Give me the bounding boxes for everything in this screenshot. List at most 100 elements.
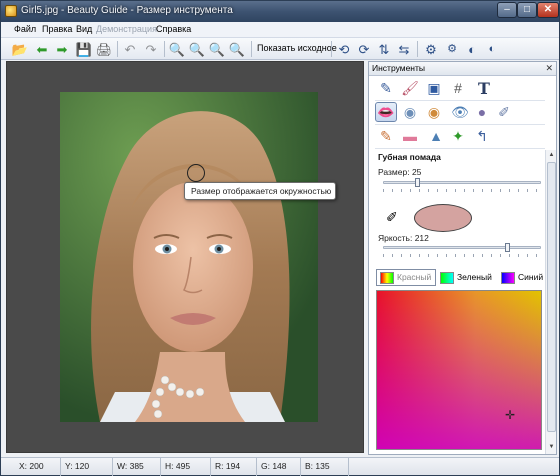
pencil-tool-icon[interactable]: ✎ bbox=[375, 78, 397, 98]
blush-tool-icon[interactable]: ◉ bbox=[399, 102, 421, 122]
blue-tab-swatch bbox=[501, 272, 515, 284]
color-swatch[interactable] bbox=[414, 204, 472, 232]
brightness-slider-ticks bbox=[383, 254, 541, 257]
portrait-image bbox=[60, 92, 318, 422]
zoom-fit-icon[interactable]: 🔍 bbox=[208, 40, 226, 58]
status-h: H: 495 bbox=[161, 458, 211, 476]
zoom-out-icon[interactable]: 🔍 bbox=[188, 40, 206, 58]
flip-vertical-icon[interactable]: ⇅ bbox=[375, 40, 393, 58]
panel-close-icon[interactable]: ✕ bbox=[545, 63, 553, 74]
app-icon bbox=[5, 5, 17, 17]
panel-separator bbox=[375, 100, 545, 101]
toolbar-separator bbox=[117, 41, 118, 57]
tab-green-label: Зеленый bbox=[457, 272, 492, 282]
gear-small-icon[interactable]: ⚙ bbox=[443, 40, 461, 58]
toolbar-separator bbox=[251, 41, 252, 57]
text-tool-icon[interactable]: T bbox=[473, 78, 495, 98]
panel-separator bbox=[375, 148, 545, 149]
palette-crosshair-icon: ✛ bbox=[505, 408, 516, 422]
rotate-left-icon[interactable]: ⟲ bbox=[335, 40, 353, 58]
undo-icon[interactable]: ↶ bbox=[121, 40, 139, 58]
window-title: Girl5.jpg - Beauty Guide - Размер инстру… bbox=[21, 5, 233, 16]
scrollbar-thumb[interactable] bbox=[547, 162, 556, 432]
redo-icon[interactable]: ↷ bbox=[142, 40, 160, 58]
tab-red[interactable]: Красный bbox=[376, 269, 436, 286]
tab-green[interactable]: Зеленый bbox=[436, 269, 496, 286]
toolbar-separator bbox=[164, 41, 165, 57]
size-slider-ticks bbox=[383, 189, 541, 192]
eye-tool-icon[interactable]: 👁 bbox=[449, 102, 471, 122]
undo-stroke-icon[interactable]: ↰ bbox=[471, 126, 493, 146]
menu-file[interactable]: Файл bbox=[14, 24, 36, 34]
tools-panel: Инструменты ✕ ✎ 🖌 ▣ # T 👄 ◉ ◉ 👁 ● ✐ ✎ ▬ … bbox=[368, 61, 557, 455]
tooltip: Размер отображается окружностью bbox=[184, 182, 336, 200]
status-r: R: 194 bbox=[211, 458, 257, 476]
status-w: W: 385 bbox=[113, 458, 161, 476]
size-label: Размер: 25 bbox=[378, 167, 422, 177]
menu-bar: Файл Правка Вид Демонстрация Справка bbox=[1, 22, 559, 38]
section-title: Губная помада bbox=[378, 152, 441, 162]
wand-tool-icon[interactable]: ✦ bbox=[447, 126, 469, 146]
size-slider-thumb[interactable] bbox=[415, 178, 420, 187]
color-palette[interactable]: ✛ bbox=[376, 290, 542, 450]
brush-size-circle bbox=[187, 164, 205, 182]
scroll-down-icon[interactable]: ▼ bbox=[547, 443, 556, 452]
print-icon[interactable]: 🖨 bbox=[95, 40, 113, 58]
status-x: X: 200 bbox=[15, 458, 61, 476]
app-window: Girl5.jpg - Beauty Guide - Размер инстру… bbox=[0, 0, 560, 476]
brush-tool-icon[interactable]: 🖌 bbox=[399, 78, 421, 98]
brightness-label: Яркость: 212 bbox=[378, 233, 429, 243]
grid-tool-icon[interactable]: # bbox=[447, 78, 469, 98]
menu-edit[interactable]: Правка bbox=[42, 24, 72, 34]
photo[interactable] bbox=[60, 92, 318, 422]
pencil-liner-icon[interactable]: ✎ bbox=[375, 126, 397, 146]
panel-title: Инструменты bbox=[369, 62, 556, 76]
contrast-icon[interactable]: ◐ bbox=[463, 40, 481, 58]
brightness-icon[interactable]: ◐ bbox=[483, 40, 501, 58]
minimize-button[interactable]: – bbox=[497, 2, 517, 18]
title-bar: Girl5.jpg - Beauty Guide - Размер инстру… bbox=[1, 1, 559, 22]
zoom-in-icon[interactable]: 🔍 bbox=[168, 40, 186, 58]
back-arrow-icon[interactable]: ⬅ bbox=[33, 40, 51, 58]
save-icon[interactable]: 💾 bbox=[75, 40, 93, 58]
status-g: G: 148 bbox=[257, 458, 301, 476]
rotate-right-icon[interactable]: ⟳ bbox=[355, 40, 373, 58]
show-original-button[interactable]: Показать исходное bbox=[257, 43, 337, 53]
zoom-actual-icon[interactable]: 🔍 bbox=[228, 40, 246, 58]
size-slider-track[interactable] bbox=[383, 181, 541, 184]
scroll-up-icon[interactable]: ▲ bbox=[547, 151, 556, 160]
menu-help[interactable]: Справка bbox=[156, 24, 191, 34]
red-tab-swatch bbox=[380, 272, 394, 284]
mascara-tool-icon[interactable]: ● bbox=[471, 102, 493, 122]
panel-separator bbox=[375, 124, 545, 125]
gear-large-icon[interactable]: ⚙ bbox=[422, 40, 440, 58]
eyedropper-icon[interactable]: ✐ bbox=[386, 209, 398, 226]
image-canvas[interactable]: Размер отображается окружностью bbox=[6, 61, 364, 453]
menu-view[interactable]: Вид bbox=[76, 24, 92, 34]
brightness-slider-thumb[interactable] bbox=[505, 243, 510, 252]
tab-blue[interactable]: Синий bbox=[497, 269, 545, 286]
crop-tool-icon[interactable]: ▣ bbox=[423, 78, 445, 98]
status-y: Y: 120 bbox=[61, 458, 113, 476]
menu-demo[interactable]: Демонстрация bbox=[96, 24, 157, 34]
maximize-button[interactable]: □ bbox=[517, 2, 537, 18]
pipette-tool-icon[interactable]: ✐ bbox=[493, 102, 515, 122]
tab-blue-label: Синий bbox=[518, 272, 544, 282]
toolbar: 📂 ⬅ ➡ 💾 🖨 ↶ ↷ 🔍 🔍 🔍 🔍 Показать исходное … bbox=[1, 38, 559, 60]
foundation-tool-icon[interactable]: ◉ bbox=[423, 102, 445, 122]
eraser-tool-icon[interactable]: ▬ bbox=[399, 126, 421, 146]
toolbar-separator bbox=[417, 41, 418, 57]
bottle-tool-icon[interactable]: ▲ bbox=[425, 126, 447, 146]
lipstick-tool-icon[interactable]: 👄 bbox=[375, 102, 397, 122]
open-folder-icon[interactable]: 📂 bbox=[11, 40, 29, 58]
toolbar-separator bbox=[331, 41, 332, 57]
panel-scrollbar[interactable]: ▲ ▼ bbox=[545, 150, 556, 454]
flip-horizontal-icon[interactable]: ⇆ bbox=[395, 40, 413, 58]
tab-red-label: Красный bbox=[397, 272, 432, 282]
status-bar: X: 200 Y: 120 W: 385 H: 495 R: 194 G: 14… bbox=[1, 457, 559, 476]
forward-arrow-icon[interactable]: ➡ bbox=[53, 40, 71, 58]
green-tab-swatch bbox=[440, 272, 454, 284]
status-b: B: 135 bbox=[301, 458, 349, 476]
close-button[interactable]: ✕ bbox=[537, 2, 559, 18]
brightness-slider-track[interactable] bbox=[383, 246, 541, 249]
